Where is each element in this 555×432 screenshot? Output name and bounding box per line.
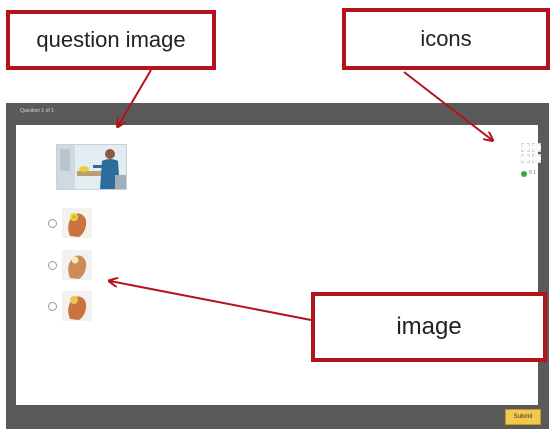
quiz-window: Question 1 of 1 0 1 Submit	[6, 103, 549, 429]
question-icons: 0 1	[521, 143, 543, 181]
status-text: 0 1	[529, 170, 536, 176]
option-row[interactable]	[48, 291, 118, 321]
radio-button[interactable]	[48, 261, 57, 270]
question-image-callout: question image	[6, 10, 216, 70]
hand-icon	[62, 291, 92, 321]
submit-button[interactable]: Submit	[505, 409, 541, 425]
radio-button[interactable]	[48, 219, 57, 228]
grid-icon[interactable]	[521, 154, 530, 163]
hand-icon	[62, 250, 92, 280]
grid-icon[interactable]	[532, 154, 541, 163]
option-row[interactable]	[48, 208, 118, 238]
image-callout-label: image	[396, 313, 462, 340]
icons-callout-label: icons	[420, 26, 472, 51]
icons-callout: icons	[342, 8, 550, 70]
hand-icon	[62, 208, 92, 238]
question-image-callout-label: question image	[36, 27, 186, 52]
radio-button[interactable]	[48, 302, 57, 311]
question-panel: 0 1	[16, 125, 541, 405]
option-row[interactable]	[48, 250, 118, 280]
grid-icon[interactable]	[521, 143, 530, 152]
question-photo-icon	[57, 145, 126, 189]
grid-icon[interactable]	[532, 143, 541, 152]
question-image	[56, 144, 127, 190]
status-dot-icon	[521, 171, 527, 177]
image-callout: image	[311, 292, 547, 362]
window-title: Question 1 of 1	[20, 108, 54, 114]
